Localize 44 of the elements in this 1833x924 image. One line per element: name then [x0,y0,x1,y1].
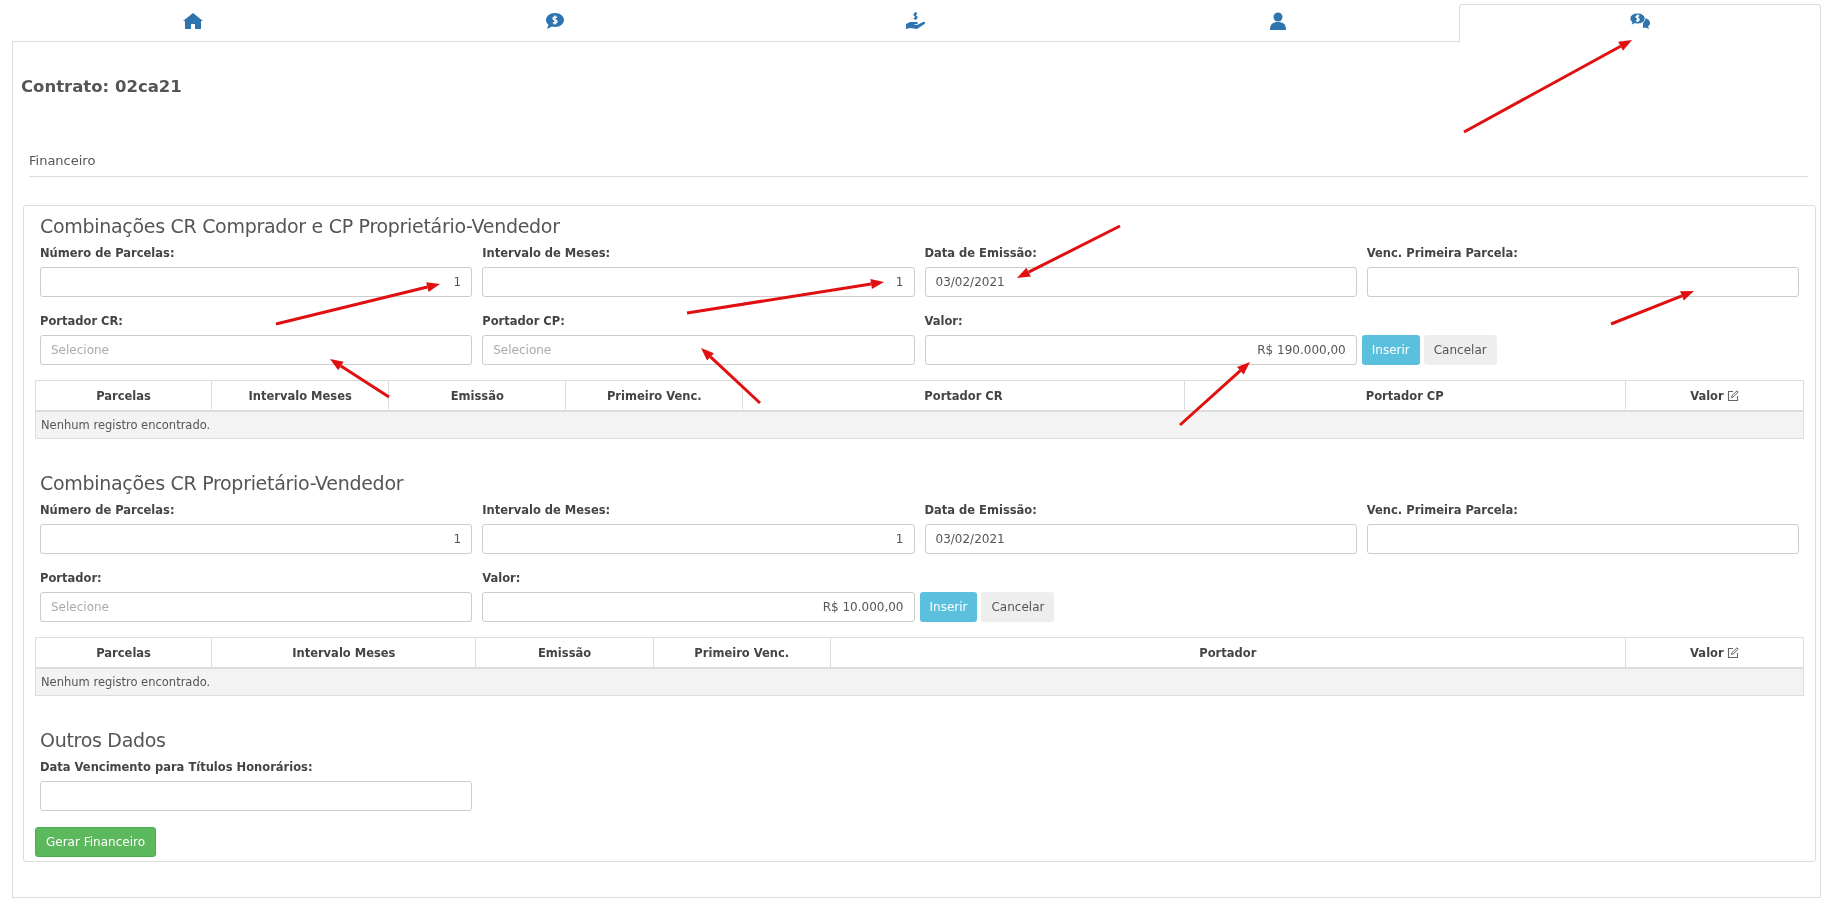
nav-tab[interactable] [1459,4,1821,43]
field-label: Intervalo de Meses: [482,502,612,518]
section-heading: Combinações CR Proprietário-Vendedor [39,471,405,496]
input-field[interactable]: 03/02/2021 [924,524,1357,554]
empty-message: Nenhum registro encontrado. [35,411,1804,439]
input-field[interactable] [40,781,473,811]
input-field[interactable] [1366,524,1799,554]
field-label: Intervalo de Meses: [482,245,612,261]
field-label: Portador CR: [40,313,124,329]
field-label: Portador: [40,570,103,586]
hand-with-dollar-icon [905,10,928,31]
field-label: Valor: [482,570,522,586]
contract-title: Contrato: 02ca21 [21,76,182,98]
input-field[interactable]: 1 [482,524,915,554]
input-field[interactable]: R$ 190.000,00 [924,335,1357,365]
dollar-speech-bubble-icon [544,11,565,30]
field-label: Portador CP: [482,313,566,329]
cancel-button[interactable]: Cancelar [981,592,1055,622]
input-field[interactable]: 1 [40,524,473,554]
annotation-arrow [701,348,762,405]
field-label: Data de Emissão: [924,245,1038,261]
input-field[interactable]: 1 [482,267,915,297]
edit-icon [1726,389,1739,402]
input-field[interactable]: R$ 10.000,00 [482,592,915,622]
field-label: Venc. Primeira Parcela: [1366,502,1519,518]
home-icon [181,11,204,30]
edit-icon [1726,646,1739,659]
field-label: Número de Parcelas: [40,502,176,518]
user-icon [1270,11,1287,30]
annotation-arrow [1179,362,1250,427]
field-label: Venc. Primeira Parcela: [1366,245,1519,261]
section-heading: Combinações CR Comprador e CP Proprietário-Vendedor [39,214,561,239]
cancel-button[interactable]: Cancelar [1423,335,1497,365]
field-label: Número de Parcelas: [40,245,176,261]
field-label: Data de Emissão: [924,502,1038,518]
input-field[interactable] [1366,267,1799,297]
input-field[interactable]: 1 [40,267,473,297]
field-label: Data Vencimento para Títulos Honorários: [40,759,314,775]
empty-message: Nenhum registro encontrado. [35,668,1804,696]
field-label: Valor: [924,313,964,329]
dollar-chat-bubbles-icon [1629,12,1652,30]
section-label: Financeiro [29,153,1808,177]
section-heading: Outros Dados [39,728,167,753]
input-field[interactable]: 03/02/2021 [924,267,1357,297]
